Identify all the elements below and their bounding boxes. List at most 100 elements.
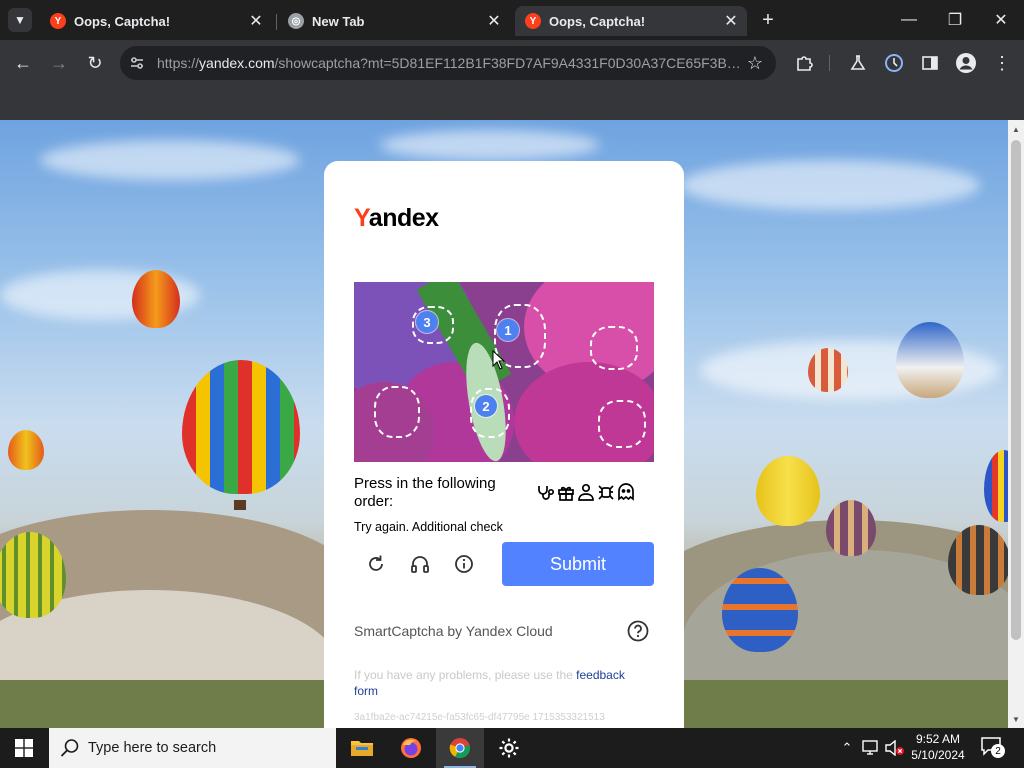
person-icon [576,482,595,502]
balloon-basket [234,500,246,510]
start-button[interactable] [0,728,48,768]
click-marker-3[interactable]: 3 [416,311,438,333]
firefox-button[interactable] [387,728,435,768]
system-clock[interactable]: 9:52 AM 5/10/2024 [900,731,976,763]
new-tab-button[interactable]: + [756,8,780,32]
ghost-icon [616,482,635,502]
cloud [40,140,300,180]
click-marker-2[interactable]: 2 [475,395,497,417]
question-icon [627,620,649,642]
settings-button[interactable] [485,728,533,768]
hot-air-balloon [826,500,876,556]
gear-icon [499,738,519,758]
cloud [380,130,600,160]
file-explorer-button[interactable] [338,728,386,768]
hot-air-balloon [984,450,1008,522]
tab-captcha-1[interactable]: Y Oops, Captcha! ✕ [40,6,272,36]
bookmarks-bar [0,86,1024,120]
tab-title: Oops, Captcha! [74,13,171,29]
close-icon: ✕ [994,12,1008,29]
minimize-button[interactable]: — [886,4,932,36]
hot-air-balloon [896,322,964,398]
toolbar-divider [829,55,830,71]
tab-title: New Tab [312,13,365,29]
tab-new-tab[interactable]: ◎ New Tab ✕ [278,6,510,36]
restore-icon: ❐ [947,12,963,29]
yandex-icon: Y [525,13,541,29]
plus-icon: + [762,8,774,31]
folder-icon [351,741,373,756]
refresh-captcha-button[interactable] [364,552,388,576]
yandex-logo: Yandex [354,204,439,233]
hot-air-balloon [756,456,820,526]
windows-icon [15,739,33,757]
search-placeholder: Type here to search [88,740,217,756]
audio-captcha-button[interactable] [408,552,432,576]
tab-separator [276,14,277,30]
captcha-image[interactable]: 1 2 3 [354,282,654,462]
show-hidden-icons-chevron-icon[interactable]: ⌃ [838,738,856,758]
url-scheme: https:// [157,55,200,71]
globe-icon: ◎ [288,13,304,29]
stethoscope-icon [536,482,555,502]
info-captcha-button[interactable] [452,552,476,576]
hot-air-balloon [722,568,798,652]
side-panel-icon[interactable] [917,50,943,76]
arrow-left-icon: ← [14,52,32,73]
gift-icon [556,482,575,502]
hot-air-balloon [8,430,44,470]
refresh-icon [369,555,383,571]
forward-button[interactable]: → [44,48,74,78]
shape-outline [598,400,646,448]
close-icon[interactable]: ✕ [246,11,266,31]
logo-text: andex [368,204,439,232]
reload-button[interactable]: ↻ [80,48,110,78]
search-icon [60,739,79,757]
site-info-icon[interactable] [128,54,146,72]
labs-flask-icon[interactable] [845,50,871,76]
close-icon[interactable]: ✕ [484,11,504,31]
scroll-down-arrow-icon[interactable]: ▼ [1008,712,1024,726]
chevron-down-icon: ▼ [14,13,26,27]
problems-text: If you have any problems, please use the [354,668,577,682]
chrome-icon [449,738,470,759]
help-button[interactable] [627,620,649,642]
hot-air-balloon [132,270,180,328]
notification-center-button[interactable]: 2 [980,736,1006,760]
order-icons [536,482,636,504]
clock-date: 5/10/2024 [911,748,965,762]
captcha-instruction: Press in the following order: [354,475,496,510]
problems-notice: If you have any problems, please use the… [354,667,644,699]
clock-time: 9:52 AM [915,732,961,746]
profile-avatar-icon[interactable] [953,50,979,76]
performance-icon[interactable] [881,50,907,76]
submit-button[interactable]: Submit [502,542,654,586]
url-path: /showcaptcha?mt=5D81EF112B1F38FD7AF9A433… [274,55,742,71]
mouse-cursor-icon [492,350,506,370]
yandex-icon: Y [50,13,66,29]
restore-button[interactable]: ❐ [932,4,978,36]
scroll-up-arrow-icon[interactable]: ▲ [1008,122,1024,136]
extensions-icon[interactable] [791,50,817,76]
menu-kebab-icon[interactable]: ⋮ [989,50,1015,76]
shape-outline [374,386,420,438]
bookmark-star-icon[interactable]: ☆ [744,52,766,74]
bug-icon [596,482,615,502]
captcha-provider: SmartCaptcha by Yandex Cloud [354,623,553,639]
shape-outline [590,326,638,370]
scrollbar-thumb[interactable] [1011,140,1021,640]
tab-search-button[interactable]: ▼ [8,8,32,32]
network-icon[interactable] [860,738,882,758]
chrome-button[interactable] [436,728,484,768]
close-icon[interactable]: ✕ [721,11,741,31]
url-text[interactable]: https://yandex.com/showcaptcha?mt=5D81EF… [157,55,742,73]
tab-captcha-active[interactable]: Y Oops, Captcha! ✕ [515,6,747,36]
tab-title: Oops, Captcha! [549,13,646,29]
hot-air-balloon [948,525,1008,595]
close-window-button[interactable]: ✕ [978,4,1024,36]
captcha-status: Try again. Additional check [354,520,503,534]
info-icon [455,555,473,573]
click-marker-1[interactable]: 1 [497,319,519,341]
hot-air-balloon [808,348,848,392]
back-button[interactable]: ← [8,48,38,78]
